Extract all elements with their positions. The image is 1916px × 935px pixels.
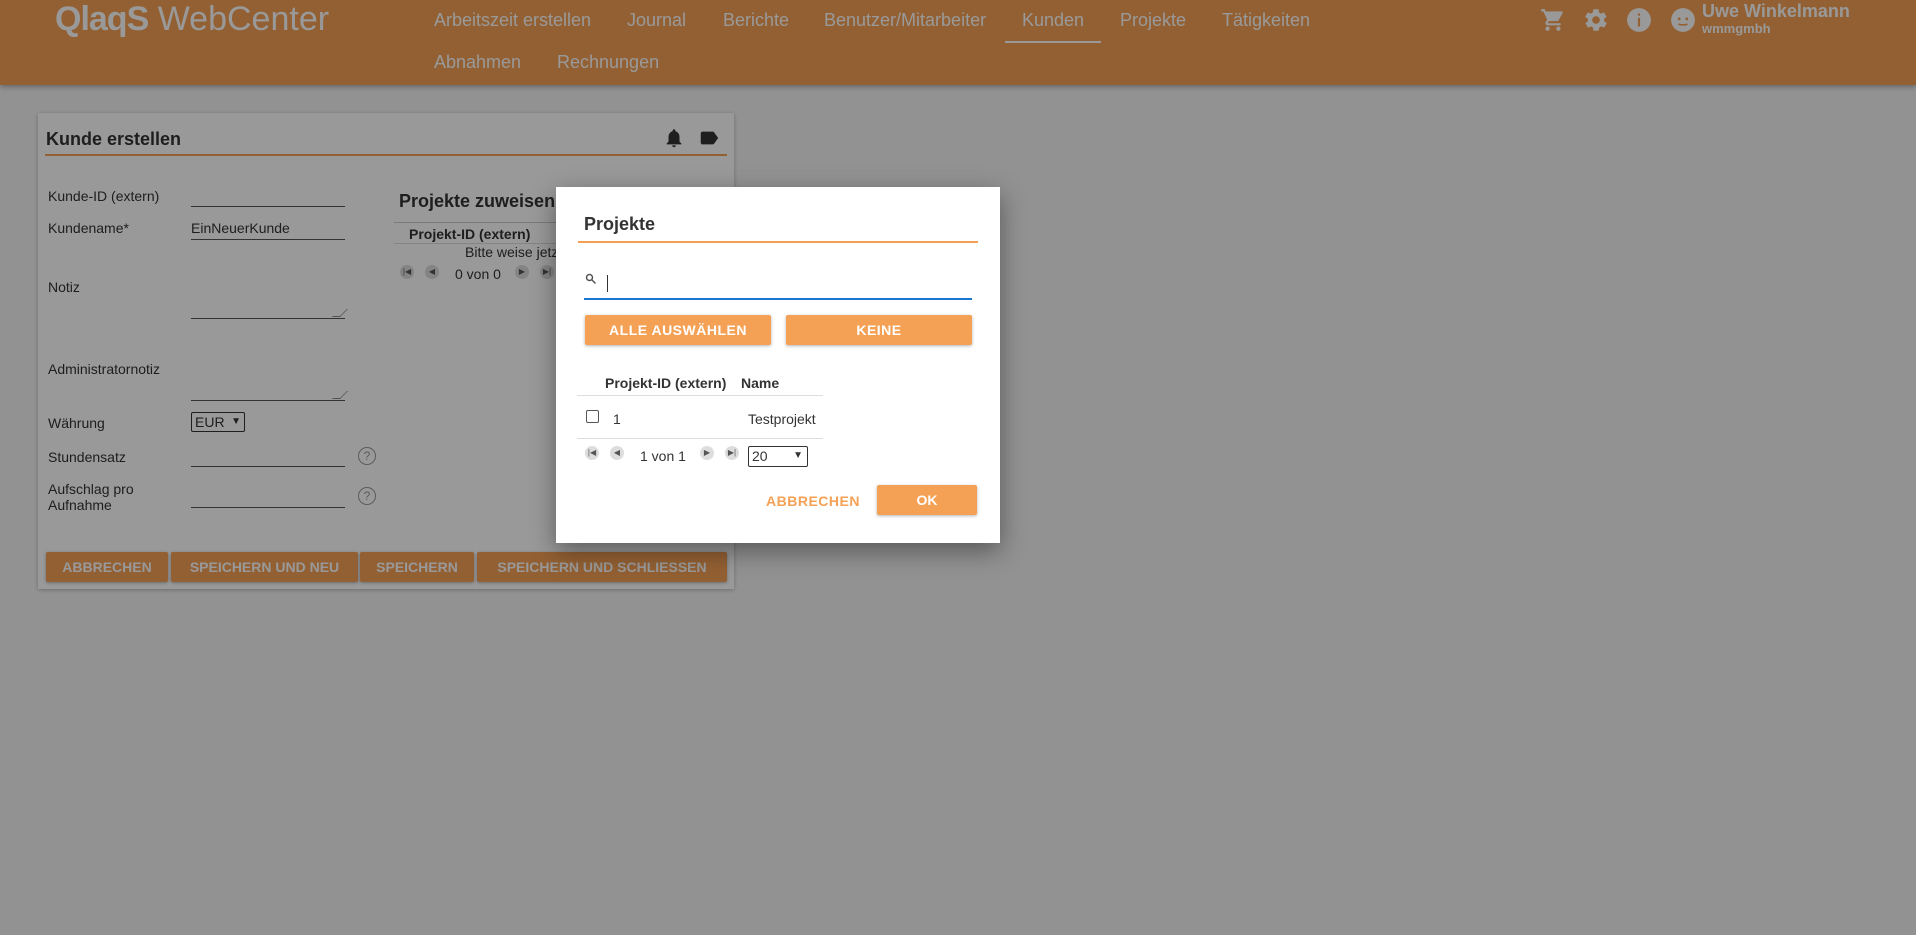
dialog-title: Projekte xyxy=(584,214,656,234)
next-page-icon[interactable]: ▶ xyxy=(700,446,714,460)
row-name: Testprojekt xyxy=(748,411,816,427)
search-icon xyxy=(585,273,597,285)
prev-page-icon[interactable]: ◀ xyxy=(610,446,624,460)
page-size-value: 20 xyxy=(752,448,768,464)
dialog-cancel-button[interactable]: ABBRECHEN xyxy=(766,493,860,509)
select-none-button[interactable]: KEINE xyxy=(786,315,972,345)
dialog-pager-text: 1 von 1 xyxy=(640,448,686,464)
last-page-icon[interactable]: ▶| xyxy=(725,446,739,460)
column-header-projekt-id[interactable]: Projekt-ID (extern) xyxy=(605,375,726,391)
text-cursor xyxy=(607,275,608,292)
search-input[interactable] xyxy=(584,267,972,300)
column-header-name[interactable]: Name xyxy=(741,375,779,391)
row-projekt-id: 1 xyxy=(613,411,621,427)
dialog-title-divider xyxy=(578,241,978,243)
dialog-ok-button[interactable]: OK xyxy=(877,485,977,515)
select-all-button[interactable]: ALLE AUSWÄHLEN xyxy=(585,315,771,345)
row-checkbox[interactable] xyxy=(586,410,599,423)
page-size-select[interactable]: 20 ▼ xyxy=(748,446,808,467)
chevron-down-icon: ▼ xyxy=(793,450,803,461)
projects-dialog: Projekte ALLE AUSWÄHLEN KEINE Projekt-ID… xyxy=(556,187,1000,543)
first-page-icon[interactable]: |◀ xyxy=(585,446,599,460)
